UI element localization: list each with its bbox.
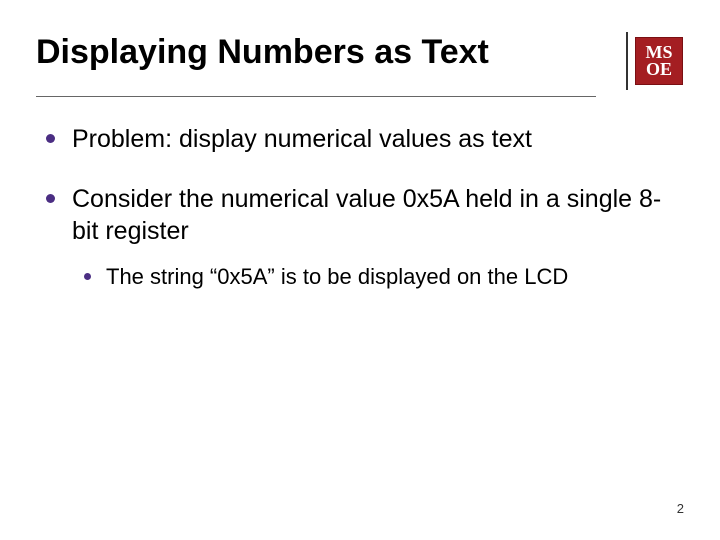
bullet-text: Problem: display numerical values as tex… [72, 125, 532, 153]
sub-bullet-text: The string “0x5A” is to be displayed on … [106, 264, 568, 289]
bullet-item: Problem: display numerical values as tex… [42, 123, 684, 155]
logo-line2: OE [646, 61, 672, 78]
slide: Displaying Numbers as Text MS OE Problem… [0, 0, 720, 540]
sub-bullet-item: The string “0x5A” is to be displayed on … [80, 263, 684, 292]
bullet-item: Consider the numerical value 0x5A held i… [42, 183, 684, 292]
header-row: Displaying Numbers as Text MS OE [36, 32, 684, 90]
title-underline [36, 96, 596, 97]
sub-bullet-list: The string “0x5A” is to be displayed on … [72, 263, 684, 292]
bullet-list: Problem: display numerical values as tex… [36, 123, 684, 292]
logo-wrap: MS OE [626, 32, 684, 90]
page-number: 2 [677, 501, 684, 516]
msoe-logo-icon: MS OE [635, 37, 683, 85]
slide-title: Displaying Numbers as Text [36, 32, 489, 73]
bullet-text: Consider the numerical value 0x5A held i… [72, 185, 661, 245]
